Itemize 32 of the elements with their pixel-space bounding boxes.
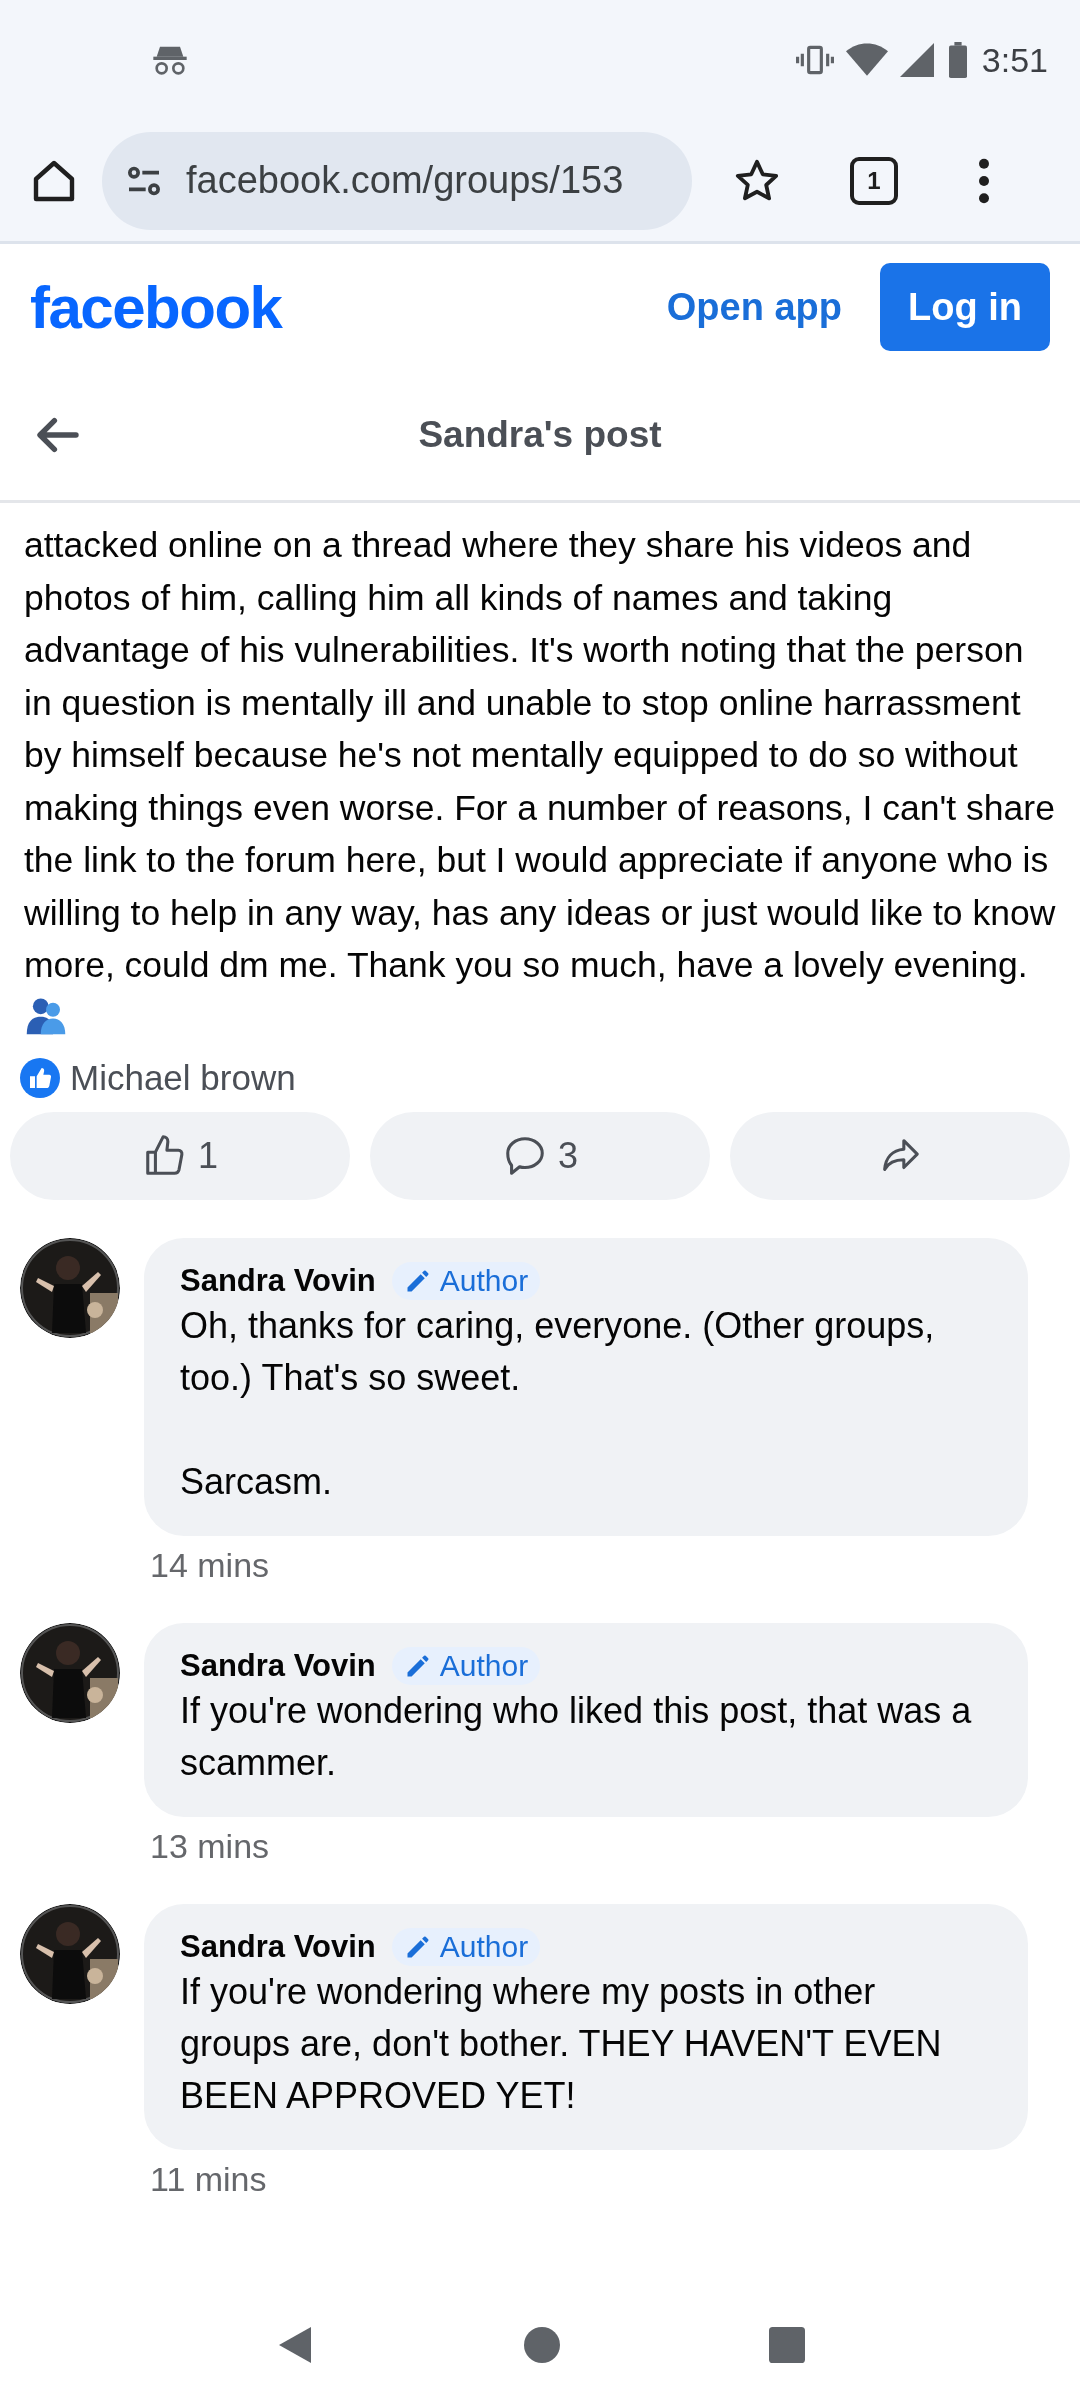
address-bar[interactable]: facebook.com/groups/153 bbox=[102, 131, 692, 230]
badge-label: Author bbox=[439, 1264, 529, 1298]
more-icon[interactable] bbox=[978, 157, 990, 204]
back-arrow-icon[interactable] bbox=[36, 417, 80, 453]
badge-label: Author bbox=[439, 1930, 529, 1964]
comment-time: 11 mins bbox=[149, 2159, 268, 2199]
like-reaction-icon bbox=[20, 1058, 60, 1098]
logo: facebook bbox=[30, 272, 282, 342]
post-text: attacked online on a thread where they share his videos and photos of him, calling him all kinds of names and taking advantage of his vulnerabilities. It's worth noting that the person in question is mentally ill and unable to stop online harrassment by himself because he's not mentally equipped to do so without making things even worse. For a number of reasons, I can't share the link to the forum here, but I would appreciate if anyone who is willing to help in any way, has any ideas or just would like to know more, could dm me. Thank you so much, have a lovely evening. bbox=[0, 519, 1080, 1044]
comment-text: Oh, thanks for caring, everyone. (Other groups, too.) That's so sweet. bbox=[180, 1304, 936, 1400]
comment-text: If you're wondering who liked this post, that was a scammer. bbox=[180, 1689, 973, 1785]
comment-text: If you're wondering where my posts in other groups are, don't bother. THEY HAVEN'T EVEN BEEN APPROVED YET! bbox=[180, 1970, 943, 2118]
comment-time: 13 mins bbox=[149, 1826, 271, 1866]
page-title: Sandra's post bbox=[418, 414, 662, 456]
liked-by-name: Michael brown bbox=[70, 1058, 296, 1098]
comment-time: 14 mins bbox=[149, 1545, 271, 1585]
url-text: facebook.com/groups/153 bbox=[186, 159, 624, 202]
tab-switcher[interactable]: 1 bbox=[850, 156, 898, 205]
login-button[interactable]: Log in bbox=[880, 263, 1050, 351]
comment-button[interactable]: 3 bbox=[370, 1112, 710, 1200]
home-button-icon[interactable] bbox=[524, 2327, 560, 2363]
clock-time: 3:51 bbox=[981, 40, 1048, 80]
like-button[interactable]: 1 bbox=[10, 1112, 350, 1200]
badge-label: Author bbox=[439, 1649, 529, 1683]
commenter-name[interactable]: Sandra Vovin bbox=[180, 1648, 376, 1684]
commenter-name[interactable]: Sandra Vovin bbox=[180, 1263, 376, 1299]
signal-icon bbox=[899, 43, 934, 77]
comment-text: Sarcasm. bbox=[180, 1460, 334, 1504]
recents-icon[interactable] bbox=[769, 2327, 806, 2363]
battery-icon bbox=[947, 42, 968, 78]
open-app-link[interactable]: Open app bbox=[666, 285, 843, 329]
commenter-name[interactable]: Sandra Vovin bbox=[180, 1929, 376, 1965]
